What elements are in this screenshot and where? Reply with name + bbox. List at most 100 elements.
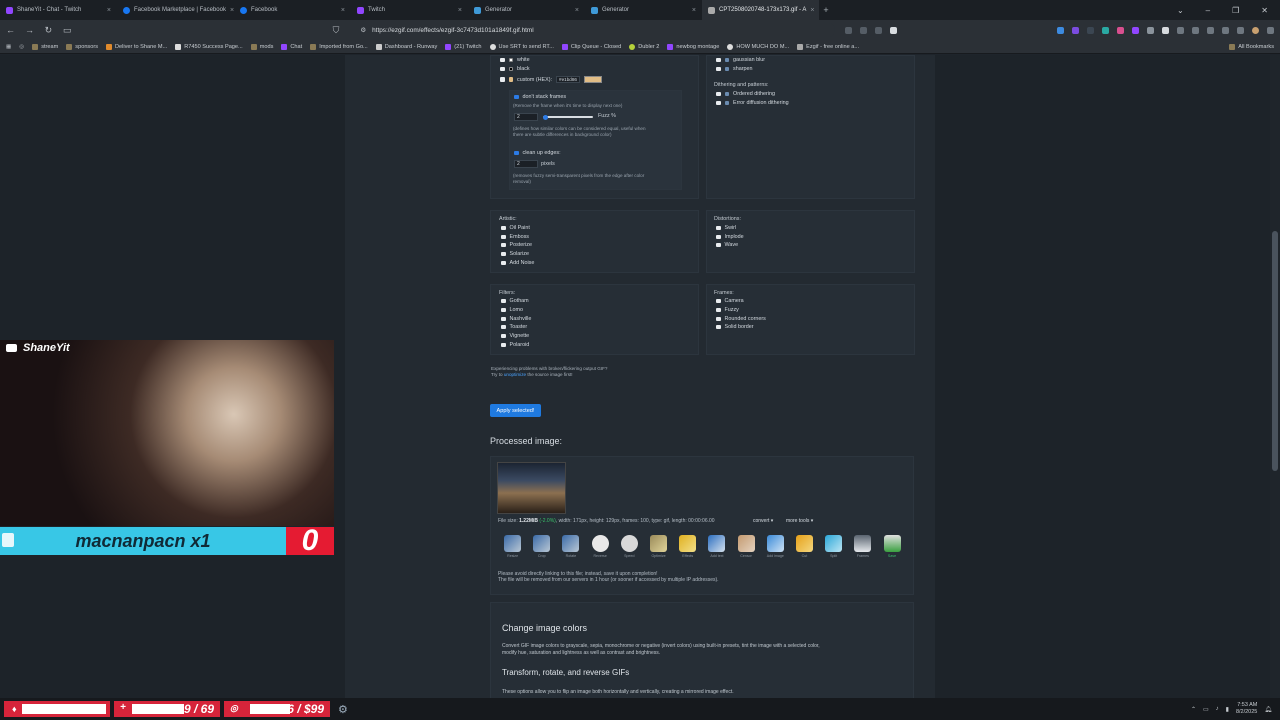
tab-ezgif[interactable]: CPT2508020748-173x173.gif - A × [702, 0, 819, 20]
extension-gray-icon[interactable] [1147, 26, 1155, 34]
option-wave[interactable]: Wave [716, 242, 738, 248]
checkbox[interactable] [716, 307, 721, 313]
new-tab-button[interactable]: + [819, 5, 833, 15]
notification-bell-icon[interactable]: 🔔︎ [1264, 706, 1272, 713]
puzzle-icon[interactable] [1192, 26, 1200, 34]
checkbox[interactable] [501, 251, 506, 257]
option-gaussian-blur[interactable]: gaussian blur [716, 57, 765, 63]
option-gotham[interactable]: Gotham [501, 298, 529, 304]
checkbox[interactable] [501, 324, 506, 330]
extension-white-icon[interactable] [1162, 26, 1170, 34]
tab-generator-1[interactable]: Generator × [468, 0, 585, 20]
checkbox[interactable] [716, 57, 721, 63]
bookmark-item[interactable]: mods [250, 43, 273, 50]
bookmark-item[interactable]: R7450 Success Page... [175, 43, 243, 50]
split-icon[interactable] [1237, 26, 1245, 34]
color-swatch[interactable] [583, 76, 602, 83]
bookmark-item[interactable]: Dubler 2 [629, 43, 659, 50]
slider-handle[interactable] [543, 114, 548, 120]
extension-purple-icon[interactable] [1072, 26, 1080, 34]
tab-generator-2[interactable]: Generator × [585, 0, 702, 20]
tool-rotate[interactable]: Rotate [556, 535, 585, 558]
extension-teal-icon[interactable] [1102, 26, 1110, 34]
bookmark-item[interactable]: Imported from Go... [310, 43, 368, 50]
tool-crop[interactable]: Crop [527, 535, 556, 558]
processed-gif-preview[interactable] [497, 462, 566, 514]
zoom-icon[interactable] [845, 26, 853, 34]
bookmark-star-icon[interactable]: ⛉ [332, 25, 341, 36]
checkbox[interactable] [501, 333, 506, 339]
apps-grid-icon[interactable]: ▦ [6, 44, 11, 50]
extensions-icon[interactable] [860, 26, 868, 34]
cleanup-input[interactable]: 2 [514, 160, 538, 168]
checkbox[interactable] [501, 342, 506, 348]
close-icon[interactable]: × [341, 7, 345, 14]
close-icon[interactable]: × [458, 7, 462, 14]
option-add-noise[interactable]: Add Noise [501, 260, 534, 266]
checkbox-checked[interactable] [514, 94, 519, 100]
checkbox[interactable] [716, 298, 721, 304]
extension-violet-icon[interactable] [1132, 26, 1140, 34]
apply-selected-button[interactable]: Apply selected! [490, 404, 541, 417]
bookmark-item[interactable]: newbog montage [667, 43, 719, 50]
tab-facebook-marketplace[interactable]: Facebook Marketplace | Facebook × [117, 0, 234, 20]
chat-icon[interactable] [1177, 26, 1185, 34]
option-fuzzy[interactable]: Fuzzy [716, 307, 739, 313]
option-emboss[interactable]: Emboss [501, 234, 529, 240]
settings-gear-icon[interactable]: ⚙ [338, 703, 348, 716]
option-rounded-corners[interactable]: Rounded corners [716, 316, 766, 322]
option-dont-stack-frames[interactable]: don't stack frames [514, 94, 566, 100]
fuzz-slider[interactable] [543, 114, 593, 120]
more-tools-dropdown[interactable]: more tools ▾ [786, 518, 813, 524]
option-polaroid[interactable]: Polaroid [501, 342, 529, 348]
playlist-icon[interactable] [1207, 26, 1215, 34]
option-custom-hex[interactable]: custom (HEX): #e1bd86 [500, 76, 602, 83]
share-icon[interactable] [875, 26, 883, 34]
tab-search-icon[interactable]: ▭ [63, 25, 72, 36]
option-ordered-dithering[interactable]: Ordered dithering [716, 91, 775, 97]
unoptimize-link[interactable]: unoptimize [504, 372, 526, 377]
option-vignette[interactable]: Vignette [501, 333, 529, 339]
system-clock[interactable]: 7:53 AM 8/2/2025 [1236, 702, 1257, 716]
bookmark-item[interactable]: Use SRT to send RT... [489, 43, 554, 50]
battery-icon[interactable]: ▮ [1226, 706, 1229, 713]
tab-twitch[interactable]: Twitch × [351, 0, 468, 20]
close-icon[interactable]: × [107, 7, 111, 14]
tool-split[interactable]: Split [819, 535, 848, 558]
reload-icon[interactable]: ↻ [44, 25, 53, 36]
shield-icon[interactable] [890, 26, 898, 34]
tool-optimize[interactable]: Optimize [644, 535, 673, 558]
close-icon[interactable]: × [810, 7, 814, 14]
bookmark-item[interactable]: Ezgif - free online a... [797, 43, 859, 50]
page-scrollbar[interactable] [1270, 55, 1280, 698]
bookmark-item[interactable]: Deliver to Shane M... [106, 43, 167, 50]
bookmark-site-icon[interactable]: ◎ [19, 44, 24, 50]
tool-reverse[interactable]: Reverse [586, 535, 615, 558]
restore-icon[interactable]: ❐ [1232, 6, 1239, 15]
bookmark-item[interactable]: sponsors [66, 43, 98, 50]
bookmark-item[interactable]: stream [32, 43, 58, 50]
checkbox[interactable] [716, 66, 721, 72]
option-oil-paint[interactable]: Oil Paint [501, 225, 530, 231]
checkbox[interactable] [716, 316, 721, 322]
checkbox[interactable] [501, 260, 506, 266]
checkbox[interactable] [716, 234, 721, 240]
bookmark-item[interactable]: (21) Twitch [445, 43, 482, 50]
checkbox[interactable] [716, 225, 721, 231]
option-black[interactable]: black [500, 66, 530, 72]
bookmark-item[interactable]: Dashboard - Runway [375, 43, 437, 50]
tool-effects[interactable]: Effects [673, 535, 702, 558]
profile-avatar-icon[interactable] [1252, 26, 1260, 34]
site-info-icon[interactable]: ⚙ [360, 26, 366, 34]
extension-blue-icon[interactable] [1057, 26, 1065, 34]
scrollbar-thumb[interactable] [1272, 231, 1278, 471]
minimize-icon[interactable]: – [1206, 6, 1210, 15]
forward-icon[interactable]: → [25, 25, 34, 35]
tool-save[interactable]: Save [877, 535, 906, 558]
option-camera[interactable]: Camera [716, 298, 744, 304]
tab-facebook[interactable]: Facebook × [234, 0, 351, 20]
back-icon[interactable]: ← [6, 25, 15, 35]
option-clean-up-edges[interactable]: clean up edges: [514, 150, 561, 156]
checkbox[interactable] [500, 77, 505, 82]
option-implode[interactable]: Implode [716, 234, 744, 240]
